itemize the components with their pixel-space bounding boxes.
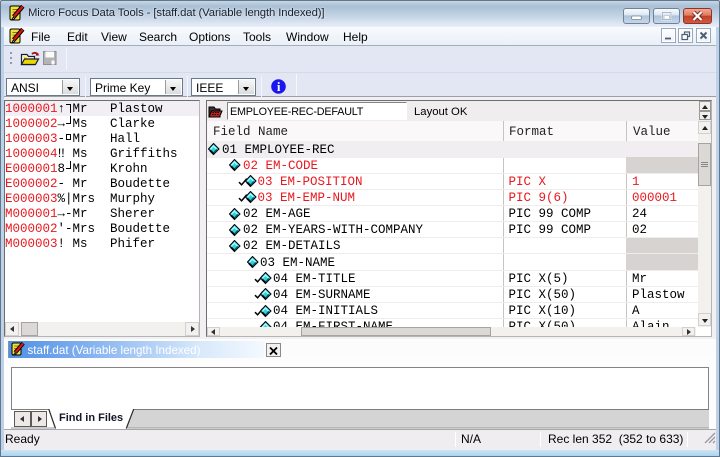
svg-text:i: i <box>276 79 280 94</box>
